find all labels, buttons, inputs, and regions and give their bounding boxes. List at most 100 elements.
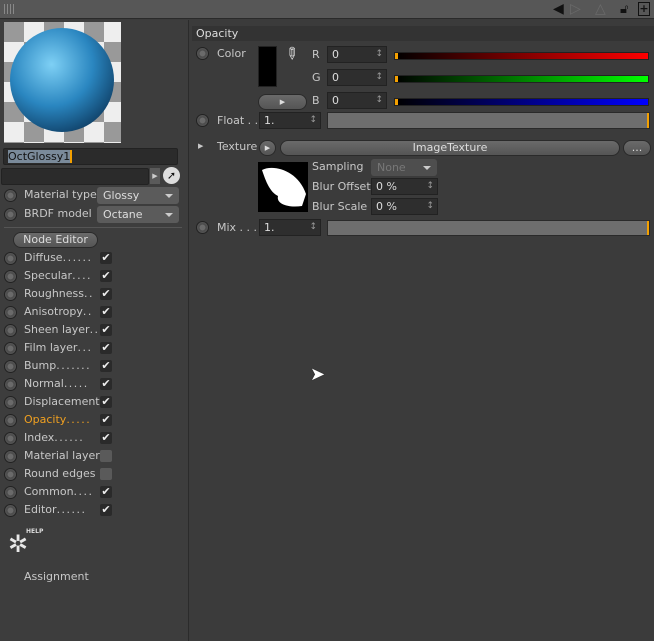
channel-radio[interactable] — [4, 378, 17, 391]
channel-editor[interactable]: Editor. . . . . . ✔ — [4, 502, 184, 520]
channel-label[interactable]: Index. . . . . . — [24, 431, 83, 444]
channel-checkbox[interactable]: ✔ — [100, 378, 112, 390]
channel-sheen-layer[interactable]: Sheen layer. . ✔ — [4, 322, 184, 340]
texture-expand-icon[interactable]: ▶ — [198, 142, 203, 150]
sampling-dropdown[interactable]: None — [371, 159, 437, 176]
mix-input[interactable]: 1. — [259, 219, 321, 236]
channel-label[interactable]: Sheen layer. . — [24, 323, 98, 336]
channel-common[interactable]: Common. . . . ✔ — [4, 484, 184, 502]
channel-bump[interactable]: Bump. . . . . . . ✔ — [4, 358, 184, 376]
channel-label[interactable]: Common. . . . — [24, 485, 92, 498]
channel-checkbox[interactable]: ✔ — [100, 396, 112, 408]
grip-icon[interactable] — [4, 4, 16, 14]
channel-label[interactable]: Film layer. . . — [24, 341, 91, 354]
channel-label[interactable]: Displacement — [24, 395, 100, 408]
channel-anisotropy[interactable]: Anisotropy. . ✔ — [4, 304, 184, 322]
float-slider-handle[interactable] — [647, 113, 649, 128]
channel-checkbox[interactable]: ✔ — [100, 306, 112, 318]
channel-label[interactable]: Bump. . . . . . . — [24, 359, 90, 372]
channel-checkbox[interactable]: ✔ — [100, 288, 112, 300]
channel-checkbox[interactable]: ✔ — [100, 360, 112, 372]
assignment-label[interactable]: Assignment — [24, 570, 89, 583]
texture-more-button[interactable]: ... — [623, 140, 651, 156]
color-swatch[interactable] — [258, 46, 277, 87]
channel-label[interactable]: Editor. . . . . . — [24, 503, 85, 516]
g-slider-handle[interactable] — [395, 76, 398, 82]
material-preview[interactable] — [4, 22, 121, 143]
unlock-icon[interactable]: 🔓︎ — [620, 2, 628, 17]
channel-label[interactable]: Normal. . . . . — [24, 377, 87, 390]
channel-checkbox[interactable]: ✔ — [100, 504, 112, 516]
link-input[interactable] — [1, 168, 149, 185]
channel-label[interactable]: Specular. . . . — [24, 269, 91, 282]
float-radio[interactable] — [196, 114, 209, 127]
b-slider[interactable] — [394, 98, 649, 106]
channel-label[interactable]: Opacity. . . . . — [24, 413, 90, 426]
new-panel-icon[interactable]: + — [638, 2, 650, 16]
g-input[interactable]: 0 — [327, 69, 387, 86]
channel-radio[interactable] — [4, 504, 17, 517]
channel-checkbox[interactable]: ✔ — [100, 270, 112, 282]
channel-radio[interactable] — [4, 342, 17, 355]
channel-radio[interactable] — [4, 432, 17, 445]
r-slider-handle[interactable] — [395, 53, 398, 59]
channel-checkbox[interactable]: ✔ — [100, 342, 112, 354]
channel-checkbox[interactable] — [100, 450, 112, 462]
channel-checkbox[interactable] — [100, 468, 112, 480]
channel-checkbox[interactable]: ✔ — [100, 432, 112, 444]
channel-round-edges[interactable]: Round edges — [4, 466, 184, 484]
channel-radio[interactable] — [4, 360, 17, 373]
channel-radio[interactable] — [4, 486, 17, 499]
pick-cursor-icon[interactable]: ➚ — [163, 167, 180, 184]
color-radio[interactable] — [196, 47, 209, 60]
channel-radio[interactable] — [4, 396, 17, 409]
color-expand-button[interactable]: ▶ — [258, 94, 307, 110]
channel-radio[interactable] — [4, 288, 17, 301]
float-slider[interactable] — [327, 112, 650, 129]
blur-scale-input[interactable]: 0 % — [371, 198, 438, 215]
texture-menu-button[interactable]: ▶ — [259, 140, 276, 156]
node-editor-button[interactable]: Node Editor — [13, 232, 98, 248]
mix-slider-handle[interactable] — [647, 221, 649, 235]
channel-checkbox[interactable]: ✔ — [100, 252, 112, 264]
channel-checkbox[interactable]: ✔ — [100, 486, 112, 498]
b-input[interactable]: 0 — [327, 92, 387, 109]
image-texture-button[interactable]: ImageTexture — [280, 140, 620, 156]
up-arrow-icon[interactable]: △ — [595, 2, 606, 17]
material-type-radio[interactable] — [4, 189, 17, 202]
brdf-model-dropdown[interactable]: Octane — [97, 206, 179, 223]
b-slider-handle[interactable] — [395, 99, 398, 105]
g-slider[interactable] — [394, 75, 649, 83]
channel-radio[interactable] — [4, 270, 17, 283]
channel-normal[interactable]: Normal. . . . . ✔ — [4, 376, 184, 394]
channel-radio[interactable] — [4, 450, 17, 463]
channel-displacement[interactable]: Displacement ✔ — [4, 394, 184, 412]
mix-radio[interactable] — [196, 221, 209, 234]
eyedropper-icon[interactable]: ✎ — [280, 42, 303, 65]
float-input[interactable]: 1. — [259, 112, 321, 129]
channel-label[interactable]: Material layer — [24, 449, 100, 462]
channel-radio[interactable] — [4, 468, 17, 481]
channel-roughness[interactable]: Roughness. . ✔ — [4, 286, 184, 304]
channel-label[interactable]: Round edges — [24, 467, 96, 480]
link-arrow-button[interactable]: ▶ — [150, 168, 160, 184]
channel-label[interactable]: Roughness. . — [24, 287, 92, 300]
channel-radio[interactable] — [4, 306, 17, 319]
material-type-dropdown[interactable]: Glossy — [97, 187, 179, 204]
channel-label[interactable]: Diffuse. . . . . . — [24, 251, 91, 264]
blur-offset-input[interactable]: 0 % — [371, 178, 438, 195]
brdf-model-radio[interactable] — [4, 208, 17, 221]
back-arrow-icon[interactable]: ◀ — [553, 2, 564, 17]
r-input[interactable]: 0 — [327, 46, 387, 63]
channel-film-layer[interactable]: Film layer. . . ✔ — [4, 340, 184, 358]
channel-specular[interactable]: Specular. . . . ✔ — [4, 268, 184, 286]
channel-material-layer[interactable]: Material layer — [4, 448, 184, 466]
r-slider[interactable] — [394, 52, 649, 60]
channel-checkbox[interactable]: ✔ — [100, 324, 112, 336]
channel-diffuse[interactable]: Diffuse. . . . . . ✔ — [4, 250, 184, 268]
channel-radio[interactable] — [4, 324, 17, 337]
forward-arrow-icon[interactable]: ▷ — [570, 2, 581, 17]
channel-index[interactable]: Index. . . . . . ✔ — [4, 430, 184, 448]
channel-checkbox[interactable]: ✔ — [100, 414, 112, 426]
channel-radio[interactable] — [4, 414, 17, 427]
